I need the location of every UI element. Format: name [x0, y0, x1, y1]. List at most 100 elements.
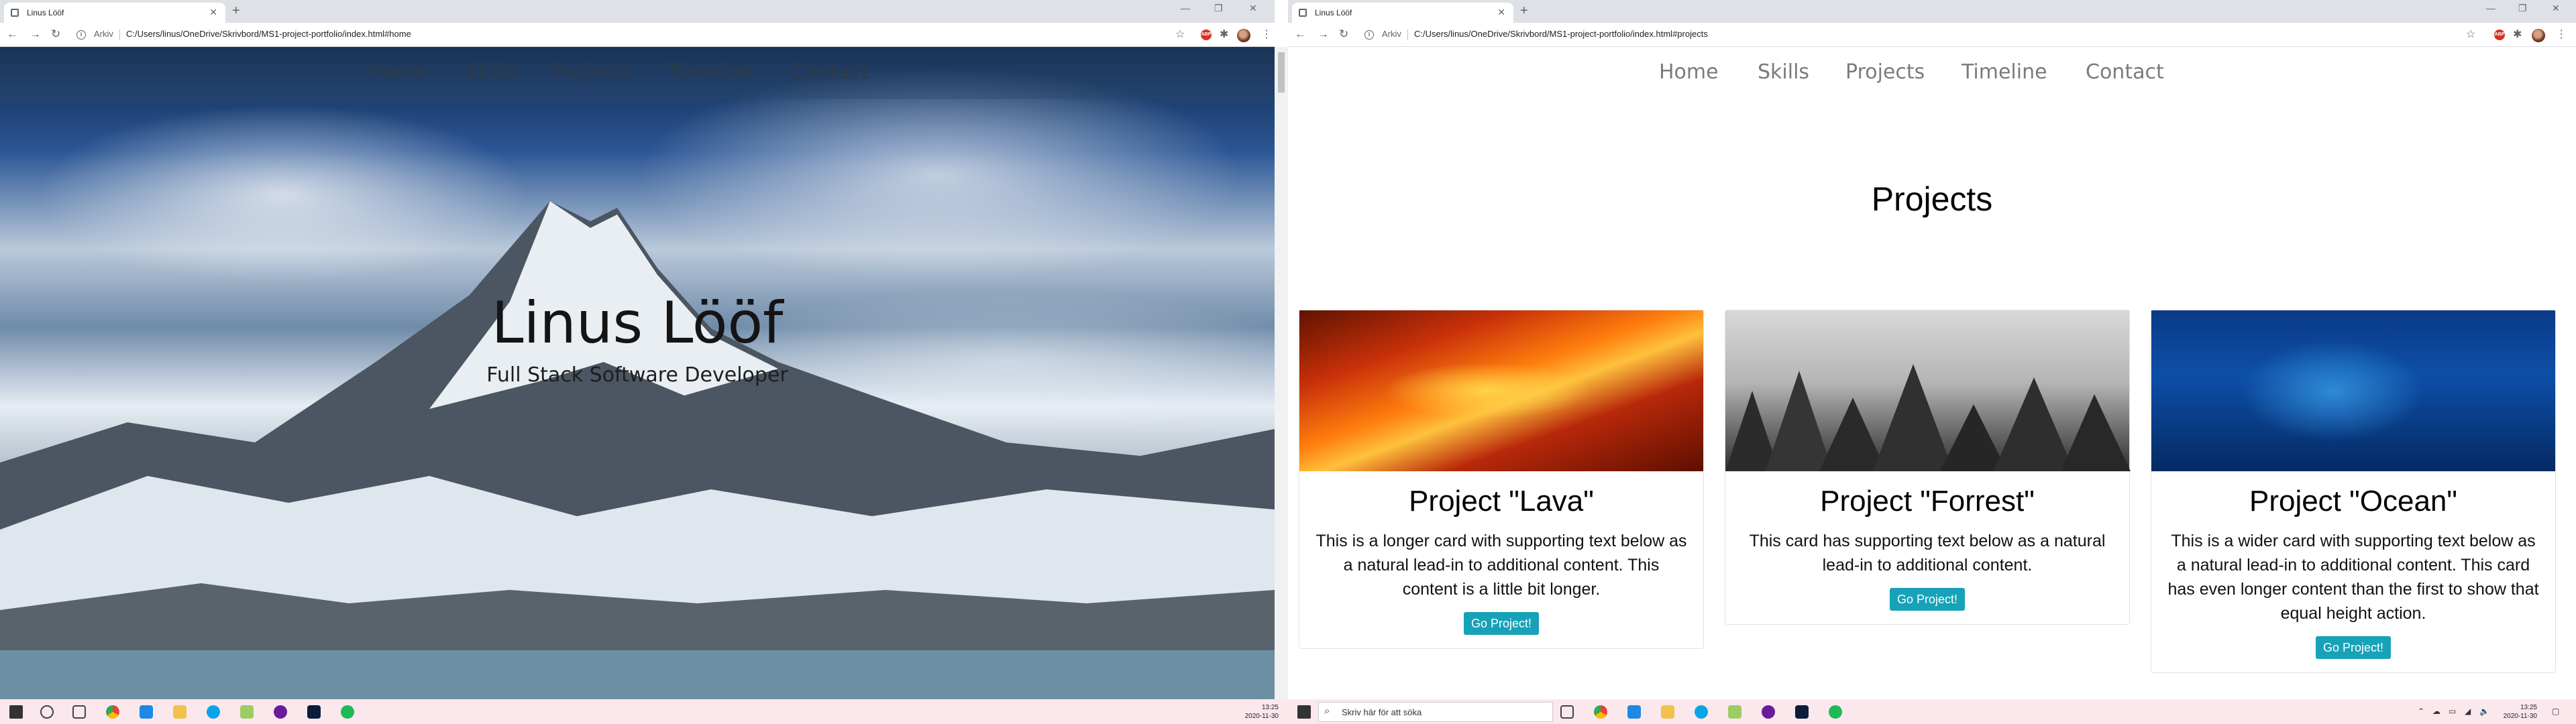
new-tab-button[interactable]: +	[232, 4, 240, 17]
clock-date: 2020-11-30	[2503, 713, 2537, 720]
project-card-forrest: Project "Forrest" This card has supporti…	[1725, 310, 2131, 625]
info-icon[interactable]: i	[76, 30, 86, 40]
nav-link-home[interactable]: Home	[1659, 60, 1719, 84]
address-divider	[119, 29, 120, 40]
vscode-icon[interactable]	[140, 705, 153, 719]
page-content: Home Skills Projects Timeline Contact Li…	[0, 47, 1275, 699]
terminal-icon[interactable]	[1795, 705, 1809, 719]
desktop: Linus Lööf ✕ + — ❐ ✕ ← → ↻ i Arkiv C:/Us…	[0, 0, 2576, 724]
forward-icon[interactable]: →	[1318, 27, 1329, 41]
hero-background-image: Home Skills Projects Timeline Contact Li…	[0, 47, 1275, 699]
taskbar-search-box[interactable]: ⌕ Skriv här för att söka	[1318, 702, 1553, 722]
close-tab-icon[interactable]: ✕	[209, 7, 217, 18]
nav-link-timeline[interactable]: Timeline	[1962, 60, 2047, 84]
spotify-icon[interactable]	[1829, 705, 1842, 719]
scrollbar-thumb[interactable]	[1278, 52, 1285, 93]
left-window-scrollbar[interactable]	[1275, 47, 1288, 699]
task-view-icon[interactable]	[72, 705, 86, 719]
task-view-icon[interactable]	[1560, 705, 1574, 719]
nav-link-projects[interactable]: Projects	[1845, 60, 1925, 84]
nav-link-skills[interactable]: Skills	[466, 60, 517, 84]
spotify-icon[interactable]	[341, 705, 354, 719]
projects-section-title: Projects	[1871, 180, 1993, 218]
search-icon[interactable]	[40, 705, 54, 719]
menu-icon[interactable]: ⋮	[1261, 29, 1272, 41]
go-project-button[interactable]: Go Project!	[1890, 588, 1965, 611]
back-icon[interactable]: ←	[7, 27, 18, 41]
reload-icon[interactable]: ↻	[1339, 27, 1348, 41]
close-window-icon[interactable]: ✕	[1249, 3, 1257, 14]
address-label: Arkiv	[1382, 29, 1401, 39]
clock-time: 13:25	[2520, 704, 2537, 711]
tab-title: Linus Lööf	[27, 8, 64, 17]
app-icon[interactable]	[1762, 705, 1775, 719]
system-clock[interactable]: 13:25 2020-11-30	[2497, 703, 2537, 721]
file-explorer-icon[interactable]	[173, 705, 186, 719]
app-icon[interactable]	[1728, 705, 1741, 719]
nav-link-home[interactable]: Home	[367, 60, 427, 84]
go-project-button[interactable]: Go Project!	[1464, 612, 1539, 635]
browser-tab[interactable]: Linus Lööf ✕	[1292, 3, 1513, 23]
vscode-icon[interactable]	[1627, 705, 1641, 719]
tab-strip: Linus Lööf ✕ + — ❐ ✕	[1288, 0, 2576, 23]
reload-icon[interactable]: ↻	[51, 27, 60, 41]
puzzle-icon[interactable]: ✱	[1220, 29, 1228, 41]
top-navigation: Home Skills Projects Timeline Contact	[1288, 47, 2576, 99]
volume-icon[interactable]: 🔈	[2479, 707, 2489, 716]
chrome-icon[interactable]	[1594, 705, 1607, 719]
new-tab-button[interactable]: +	[1520, 4, 1528, 17]
star-icon[interactable]: ☆	[2466, 29, 2475, 41]
avatar[interactable]	[2532, 29, 2545, 42]
info-icon[interactable]: i	[1364, 30, 1374, 40]
network-icon[interactable]: ◢	[2465, 707, 2471, 716]
app-icon[interactable]	[240, 705, 254, 719]
nav-link-contact[interactable]: Contact	[2086, 60, 2164, 84]
close-window-icon[interactable]: ✕	[2552, 3, 2560, 14]
browser-tab[interactable]: Linus Lööf ✕	[4, 3, 225, 23]
card-title: Project "Ocean"	[2249, 485, 2458, 518]
tab-strip: Linus Lööf ✕ + — ❐ ✕	[0, 0, 1275, 23]
star-icon[interactable]: ☆	[1175, 29, 1185, 41]
app-icon[interactable]	[274, 705, 287, 719]
adblock-icon[interactable]: ABP	[1201, 29, 1212, 40]
ocean-image	[2151, 310, 2555, 471]
notification-icon[interactable]: ▢	[2552, 707, 2559, 716]
search-icon: ⌕	[1324, 705, 1330, 717]
windows-start-icon[interactable]	[9, 705, 23, 719]
nav-link-skills[interactable]: Skills	[1758, 60, 1809, 84]
browser-toolbar: ← → ↻ i Arkiv C:/Users/linus/OneDrive/Sk…	[0, 23, 1275, 47]
avatar[interactable]	[1237, 29, 1250, 42]
terminal-icon[interactable]	[307, 705, 321, 719]
adblock-icon[interactable]: ABP	[2494, 29, 2505, 40]
skype-icon[interactable]	[207, 705, 220, 719]
hero-subtitle: Full Stack Software Developer	[486, 363, 788, 387]
skype-icon[interactable]	[1695, 705, 1708, 719]
puzzle-icon[interactable]: ✱	[2513, 29, 2522, 41]
maximize-icon[interactable]: ❐	[2518, 3, 2527, 14]
back-icon[interactable]: ←	[1295, 27, 1306, 41]
address-bar[interactable]: C:/Users/linus/OneDrive/Skrivbord/MS1-pr…	[126, 29, 411, 39]
tray-chevron-icon[interactable]: ⌃	[2418, 707, 2424, 716]
maximize-icon[interactable]: ❐	[1214, 3, 1223, 14]
file-explorer-icon[interactable]	[1661, 705, 1674, 719]
go-project-button[interactable]: Go Project!	[2316, 636, 2391, 659]
nav-link-timeline[interactable]: Timeline	[667, 60, 753, 84]
close-tab-icon[interactable]: ✕	[1497, 7, 1505, 18]
clock-date: 2020-11-30	[1244, 713, 1279, 720]
menu-icon[interactable]: ⋮	[2556, 29, 2567, 41]
chrome-icon[interactable]	[106, 705, 119, 719]
card-title: Project "Lava"	[1409, 485, 1594, 518]
system-clock[interactable]: 13:25 2020-11-30	[1238, 703, 1279, 721]
minimize-icon[interactable]: —	[1181, 3, 1190, 13]
forward-icon[interactable]: →	[30, 27, 41, 41]
cloud-icon[interactable]: ☁	[2432, 707, 2440, 716]
battery-icon[interactable]: ▭	[2449, 707, 2456, 716]
browser-toolbar: ← → ↻ i Arkiv C:/Users/linus/OneDrive/Sk…	[1288, 23, 2576, 47]
nav-link-projects[interactable]: Projects	[551, 60, 631, 84]
windows-start-icon[interactable]	[1297, 705, 1311, 719]
browser-window-right: Linus Lööf ✕ + — ❐ ✕ ← → ↻ i Arkiv C:/Us…	[1288, 0, 2576, 699]
page-favicon-icon	[11, 9, 19, 17]
nav-link-contact[interactable]: Contact	[790, 60, 869, 84]
minimize-icon[interactable]: —	[2486, 3, 2496, 13]
address-bar[interactable]: C:/Users/linus/OneDrive/Skrivbord/MS1-pr…	[1414, 29, 1708, 39]
